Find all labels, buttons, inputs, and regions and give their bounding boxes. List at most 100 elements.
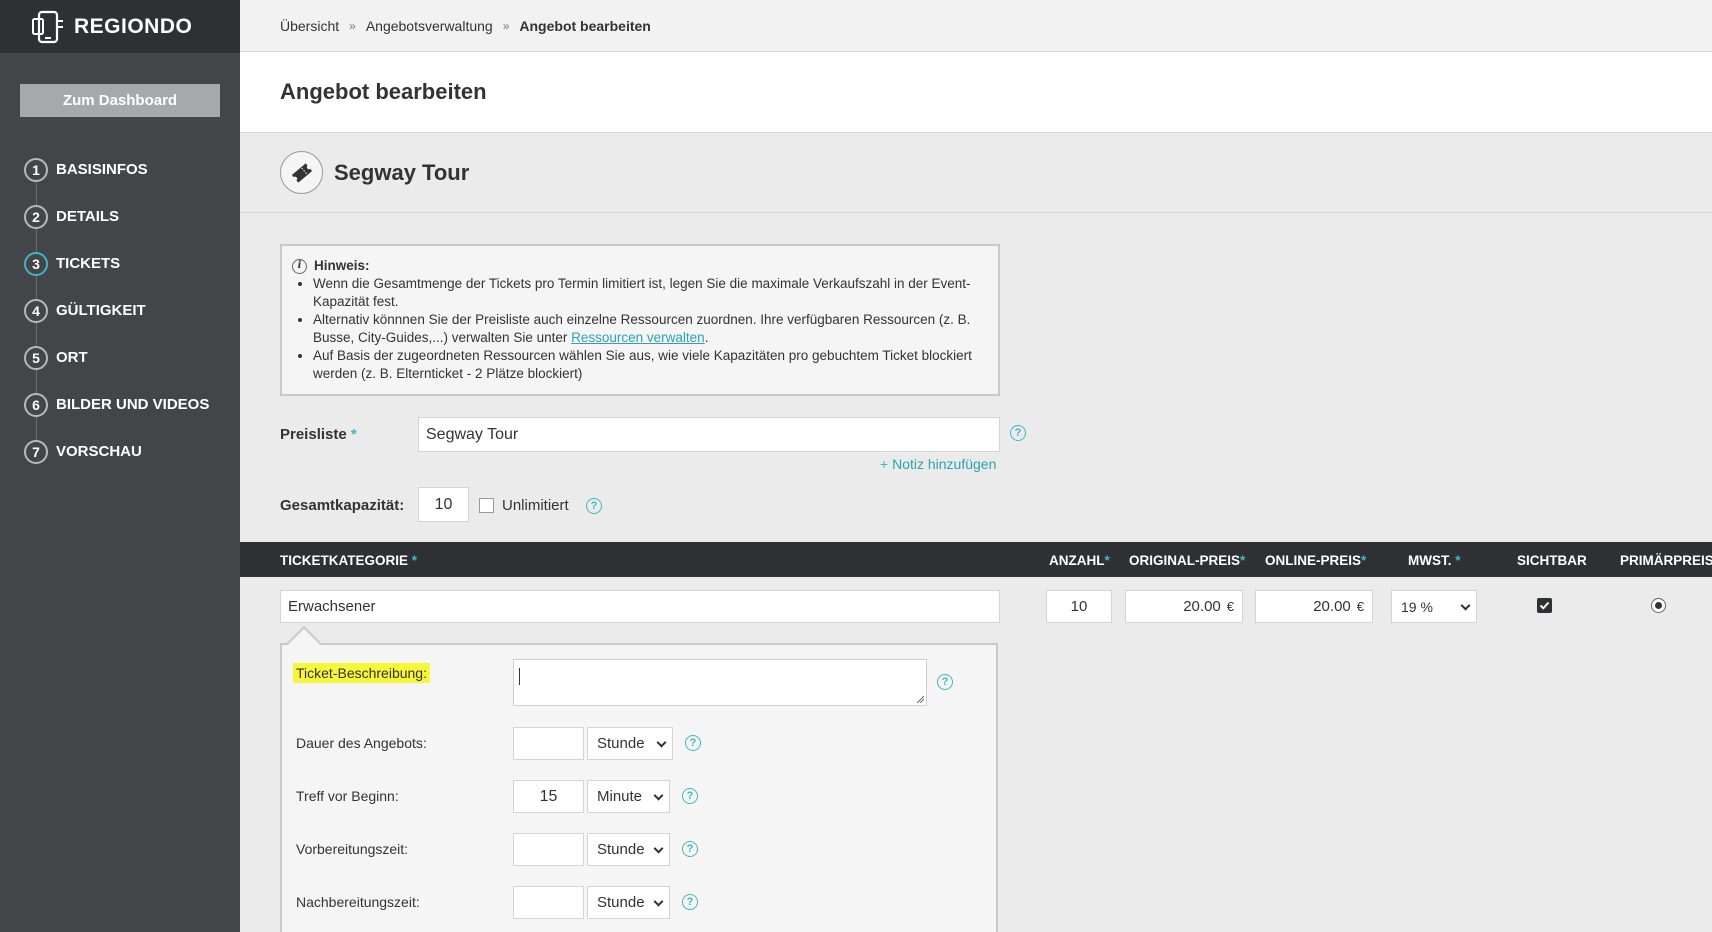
help-icon[interactable]: ? (586, 498, 602, 514)
col-category: TICKETKATEGORIE * (280, 553, 417, 568)
help-icon[interactable]: ? (1010, 425, 1026, 441)
vat-value: 19 % (1401, 598, 1433, 615)
step-number: 7 (24, 439, 48, 464)
col-vat-text: MWST. (1408, 553, 1452, 568)
chevron-down-icon (653, 896, 664, 907)
step-label: DETAILS (56, 208, 120, 225)
col-online-price-text: ONLINE-PREIS (1265, 553, 1362, 568)
col-online-price: ONLINE-PREIS* (1265, 553, 1366, 568)
preparation-time-input[interactable] (513, 833, 584, 866)
meet-before-unit-select[interactable]: Minute (587, 780, 670, 813)
duration-label: Dauer des Angebots: (296, 735, 427, 751)
wizard-steps: 1 BASISINFOS 2 DETAILS 3 TICKETS 4 GÜLTI… (0, 146, 240, 475)
vat-select[interactable]: 19 % (1391, 590, 1477, 623)
unlimited-checkbox[interactable] (479, 498, 494, 513)
required-mark: * (1361, 553, 1367, 568)
step-gueltigkeit[interactable]: 4 GÜLTIGKEIT (0, 287, 240, 334)
page-title: Angebot bearbeiten (280, 79, 487, 104)
chevron-down-icon (653, 843, 664, 854)
radio-dot (1655, 602, 1662, 609)
meet-before-unit-value: Minute (597, 788, 643, 805)
required-mark: * (411, 553, 418, 568)
online-price-input[interactable]: 20.00 € (1255, 590, 1373, 623)
step-number: 1 (24, 157, 48, 182)
duration-unit-select[interactable]: Stunde (587, 727, 673, 760)
required-mark: * (1104, 553, 1110, 568)
preparation-time-unit-select[interactable]: Stunde (587, 833, 670, 866)
step-vorschau[interactable]: 7 VORSCHAU (0, 428, 240, 475)
help-icon[interactable]: ? (685, 735, 701, 751)
hint-heading: i Hinweis: (292, 257, 988, 275)
step-details[interactable]: 2 DETAILS (0, 193, 240, 240)
step-label: TICKETS (56, 255, 121, 272)
pricelist-label-text: Preisliste (280, 426, 347, 443)
original-price-input[interactable]: 20.00 € (1125, 590, 1243, 623)
step-bilder-videos[interactable]: 6 BILDER UND VIDEOS (0, 381, 240, 428)
duration-unit-value: Stunde (597, 735, 645, 752)
meet-before-input[interactable]: 15 (513, 780, 584, 813)
step-ort[interactable]: 5 ORT (0, 334, 240, 381)
primary-price-radio[interactable] (1651, 598, 1666, 613)
brand-name[interactable]: REGIONDO (74, 15, 192, 39)
capacity-input[interactable]: 10 (418, 487, 469, 522)
col-visible: SICHTBAR (1517, 553, 1587, 568)
hint-box: i Hinweis: Wenn die Gesamtmenge der Tick… (280, 244, 1000, 396)
add-note-link[interactable]: + Notiz hinzufügen (880, 456, 996, 472)
col-count: ANZAHL* (1049, 553, 1110, 568)
chevron-down-icon (1460, 600, 1471, 611)
duration-input[interactable] (513, 727, 584, 760)
help-icon[interactable]: ? (682, 894, 698, 910)
breadcrumb-separator: » (349, 18, 356, 33)
step-basisinfos[interactable]: 1 BASISINFOS (0, 146, 240, 193)
step-label: GÜLTIGKEIT (56, 302, 146, 319)
resize-handle-icon[interactable] (916, 695, 924, 703)
step-label: ORT (56, 349, 88, 366)
preparation-time-label: Vorbereitungszeit: (296, 841, 409, 857)
offer-title: Segway Tour (334, 159, 470, 185)
col-original-price: ORIGINAL-PREIS* (1129, 553, 1245, 568)
visible-checkbox[interactable] (1537, 598, 1552, 613)
chevron-down-icon (653, 790, 664, 801)
sidebar: REGIONDO Zum Dashboard 1 BASISINFOS 2 DE… (0, 0, 240, 932)
step-label: BILDER UND VIDEOS (56, 396, 210, 413)
breadcrumb-current: Angebot bearbeiten (519, 17, 651, 34)
ticket-description-textarea[interactable] (513, 659, 927, 706)
chevron-down-icon (656, 737, 667, 748)
capacity-label: Gesamtkapazität: (280, 497, 405, 514)
help-icon[interactable]: ? (682, 841, 698, 857)
ticket-description-label-text: Ticket-Beschreibung: (293, 663, 430, 683)
breadcrumb-separator: » (502, 18, 510, 33)
logo-icon (32, 10, 63, 43)
step-number: 4 (24, 298, 48, 323)
followup-time-input[interactable] (513, 886, 584, 919)
offer-header: Segway Tour (240, 133, 1712, 213)
required-mark: * (350, 426, 357, 443)
add-note-text: Notiz hinzufügen (892, 456, 997, 472)
pricelist-label: Preisliste * (280, 426, 357, 443)
manage-resources-link[interactable]: Ressourcen verwalten (571, 330, 705, 345)
check-icon (1539, 601, 1550, 610)
currency-symbol: € (1226, 599, 1234, 614)
ticket-icon (280, 151, 323, 194)
help-icon[interactable]: ? (937, 674, 953, 690)
breadcrumb-overview[interactable]: Übersicht (280, 18, 339, 34)
plus-icon: + (880, 456, 889, 472)
hint-item: Auf Basis der zugeordneten Ressourcen wä… (313, 347, 988, 383)
step-label: BASISINFOS (56, 161, 148, 178)
hint-item: Alternativ könnnen Sie der Preisliste au… (313, 311, 988, 347)
col-category-text: TICKETKATEGORIE (280, 553, 408, 568)
ticket-category-input[interactable]: Erwachsener (280, 590, 1000, 623)
unlimited-label: Unlimitiert (502, 497, 569, 514)
info-icon: i (292, 258, 307, 274)
text-caret (519, 668, 520, 685)
required-mark: * (1455, 553, 1461, 568)
help-icon[interactable]: ? (682, 788, 698, 804)
ticket-count-input[interactable]: 10 (1046, 590, 1112, 623)
main-content: Übersicht » Angebotsverwaltung » Angebot… (240, 0, 1712, 932)
followup-time-unit-select[interactable]: Stunde (587, 886, 670, 919)
step-tickets[interactable]: 3 TICKETS (0, 240, 240, 287)
breadcrumb-offer-management[interactable]: Angebotsverwaltung (366, 18, 493, 34)
breadcrumb: Übersicht » Angebotsverwaltung » Angebot… (240, 0, 1712, 52)
dashboard-button[interactable]: Zum Dashboard (20, 84, 220, 117)
pricelist-input[interactable]: Segway Tour (418, 417, 1000, 452)
